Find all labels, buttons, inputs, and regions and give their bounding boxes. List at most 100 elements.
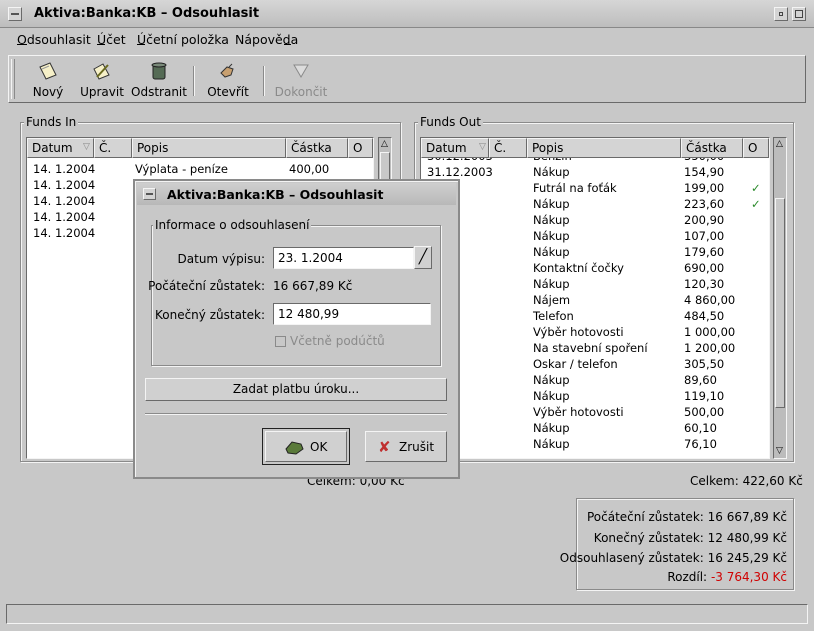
cell-desc: Oskar / telefon	[533, 357, 618, 371]
ok-label: OK	[310, 440, 328, 454]
cell-desc: Nákup	[533, 229, 570, 243]
summary-start-balance: Počáteční zůstatek: 16 667,89 Kč	[586, 510, 787, 524]
table-row[interactable]: 004Nákup179,60	[421, 244, 769, 260]
table-row[interactable]: 2004Nákup119,10	[421, 388, 769, 404]
toolbar-handle[interactable]	[11, 59, 15, 99]
toolbar: Nový Upravit Odstranit Otevřít Dokončit	[8, 55, 806, 103]
column-header-desc[interactable]: Popis	[132, 138, 286, 158]
funds-out-list[interactable]: Datum Č. Popis Částka O ▽ 30.12.2003Benz…	[420, 137, 770, 459]
delete-button[interactable]: Odstranit	[131, 59, 187, 101]
reconciled-check-icon[interactable]: ✓	[751, 196, 761, 212]
cell-desc: Výplata - peníze	[135, 162, 228, 176]
scroll-up-icon[interactable]: △	[776, 139, 783, 149]
ending-balance-field[interactable]	[273, 303, 431, 325]
table-row[interactable]: 004Kontaktní čočky690,00	[421, 260, 769, 276]
dialog-title-bar[interactable]: Aktiva:Banka:KB – Odsouhlasit	[137, 183, 456, 205]
column-header-amount[interactable]: Částka	[681, 138, 743, 158]
funds-out-scrollbar[interactable]: △ ▽	[773, 137, 787, 459]
delete-label: Odstranit	[131, 85, 187, 99]
cancel-x-icon: ✘	[378, 438, 391, 456]
summary-reconciled-balance: Odsouhlasený zůstatek: 16 245,29 Kč	[559, 551, 787, 565]
cell-amount: 119,10	[684, 389, 725, 403]
cell-desc: Výběr hotovosti	[533, 325, 624, 339]
sort-arrow-icon: ▽	[83, 142, 90, 152]
table-row[interactable]: 31.12.2003 Nákup 154,90	[421, 164, 769, 180]
cancel-button[interactable]: ✘ Zrušit	[365, 431, 447, 462]
cell-date: 14. 1.2004	[33, 194, 96, 208]
include-subaccounts-label: Včetně podúčtů	[290, 334, 385, 348]
cell-desc: Nákup	[533, 421, 570, 435]
dialog-menu-icon[interactable]	[143, 188, 156, 200]
table-row[interactable]: 2004Nájem4 860,00	[421, 292, 769, 308]
edit-pencil-icon	[90, 61, 114, 81]
title-bar[interactable]: Aktiva:Banka:KB – Odsouhlasit	[0, 0, 814, 28]
window-menu-icon[interactable]	[8, 7, 22, 21]
finish-button[interactable]: Dokončit	[273, 59, 329, 101]
toolbar-separator	[263, 66, 265, 96]
summary-end-balance: Konečný zůstatek: 12 480,99 Kč	[593, 531, 787, 545]
finish-funnel-icon	[289, 61, 313, 81]
include-subaccounts-checkbox[interactable]	[275, 336, 286, 347]
ending-balance-label: Konečný zůstatek:	[154, 308, 265, 322]
menu-odsouhlasit[interactable]: Odsouhlasit	[17, 32, 91, 47]
status-bar	[6, 604, 808, 624]
table-row[interactable]: 2004Telefon484,50	[421, 308, 769, 324]
cell-amount: 76,10	[684, 437, 717, 451]
new-document-icon	[36, 61, 60, 81]
table-row[interactable]: 2004Nákup60,10	[421, 420, 769, 436]
edit-button[interactable]: Upravit	[79, 59, 125, 101]
menu-ucetni-polozka[interactable]: Účetní položka	[137, 32, 229, 47]
column-header-reconciled[interactable]: O	[348, 138, 373, 158]
date-picker-button[interactable]: ╱	[414, 246, 432, 269]
cell-desc: Nákup	[533, 373, 570, 387]
reconciled-check-icon[interactable]: ✓	[751, 180, 761, 196]
cell-date: 14. 1.2004	[33, 226, 96, 240]
enter-interest-button[interactable]: Zadat platbu úroku...	[145, 378, 447, 401]
cell-amount: 690,00	[684, 261, 725, 275]
cell-amount: 305,50	[684, 357, 725, 371]
funds-out-total: Celkem: 422,60 Kč	[690, 474, 803, 488]
open-button[interactable]: Otevřít	[205, 59, 251, 101]
cell-amount: 400,00	[289, 162, 330, 176]
scroll-thumb[interactable]	[775, 198, 785, 408]
scroll-up-icon[interactable]: △	[381, 139, 388, 149]
minimize-icon[interactable]	[774, 7, 788, 21]
column-header-reconciled[interactable]: O	[743, 138, 769, 158]
menu-mnemonic-underline	[284, 44, 291, 45]
table-row[interactable]: 004Nákup200,90	[421, 212, 769, 228]
table-row[interactable]: 004Nákup107,00	[421, 228, 769, 244]
starting-balance-label: Počáteční zůstatek:	[148, 279, 265, 293]
column-header-num[interactable]: Č.	[489, 138, 527, 158]
table-row[interactable]: 2004Nákup76,10	[421, 436, 769, 452]
table-row[interactable]: 2004Oskar / telefon305,50	[421, 356, 769, 372]
ok-hand-icon	[284, 437, 306, 460]
column-header-amount[interactable]: Částka	[286, 138, 348, 158]
scroll-down-icon[interactable]: ▽	[776, 446, 783, 456]
maximize-icon[interactable]	[792, 7, 806, 21]
table-row[interactable]: 004Nákup223,60✓	[421, 196, 769, 212]
cell-date: 31.12.2003	[427, 165, 493, 179]
cell-amount: 120,30	[684, 277, 725, 291]
menu-mnemonic-underline	[97, 44, 105, 45]
cell-desc: Nákup	[533, 213, 570, 227]
menu-bar: Odsouhlasit Účet Účetní položka Nápověda	[0, 29, 814, 53]
table-row[interactable]: 2004Výběr hotovosti1 000,00	[421, 324, 769, 340]
cell-amount: 179,60	[684, 245, 725, 259]
ok-button[interactable]: OK	[265, 431, 347, 462]
table-row[interactable]: 004Futrál na foťák199,00✓	[421, 180, 769, 196]
reconcile-info-label: Informace o odsouhlasení	[153, 218, 312, 232]
table-row[interactable]: 2004Výběr hotovosti500,00	[421, 404, 769, 420]
statement-date-field[interactable]	[273, 247, 414, 269]
edit-label: Upravit	[80, 85, 124, 99]
dialog-title: Aktiva:Banka:KB – Odsouhlasit	[167, 187, 384, 202]
table-row[interactable]: 2004Nákup120,30	[421, 276, 769, 292]
column-header-num[interactable]: Č.	[94, 138, 132, 158]
column-header-desc[interactable]: Popis	[527, 138, 681, 158]
dialog-separator	[145, 413, 447, 415]
new-button[interactable]: Nový	[27, 59, 69, 101]
table-row[interactable]: 2004Na stavební spoření1 200,00	[421, 340, 769, 356]
cell-desc: Nákup	[533, 245, 570, 259]
cell-amount: 89,60	[684, 373, 717, 387]
table-row[interactable]: 14. 1.2004 Výplata - peníze 400,00	[27, 161, 373, 177]
table-row[interactable]: 2004Nákup89,60	[421, 372, 769, 388]
